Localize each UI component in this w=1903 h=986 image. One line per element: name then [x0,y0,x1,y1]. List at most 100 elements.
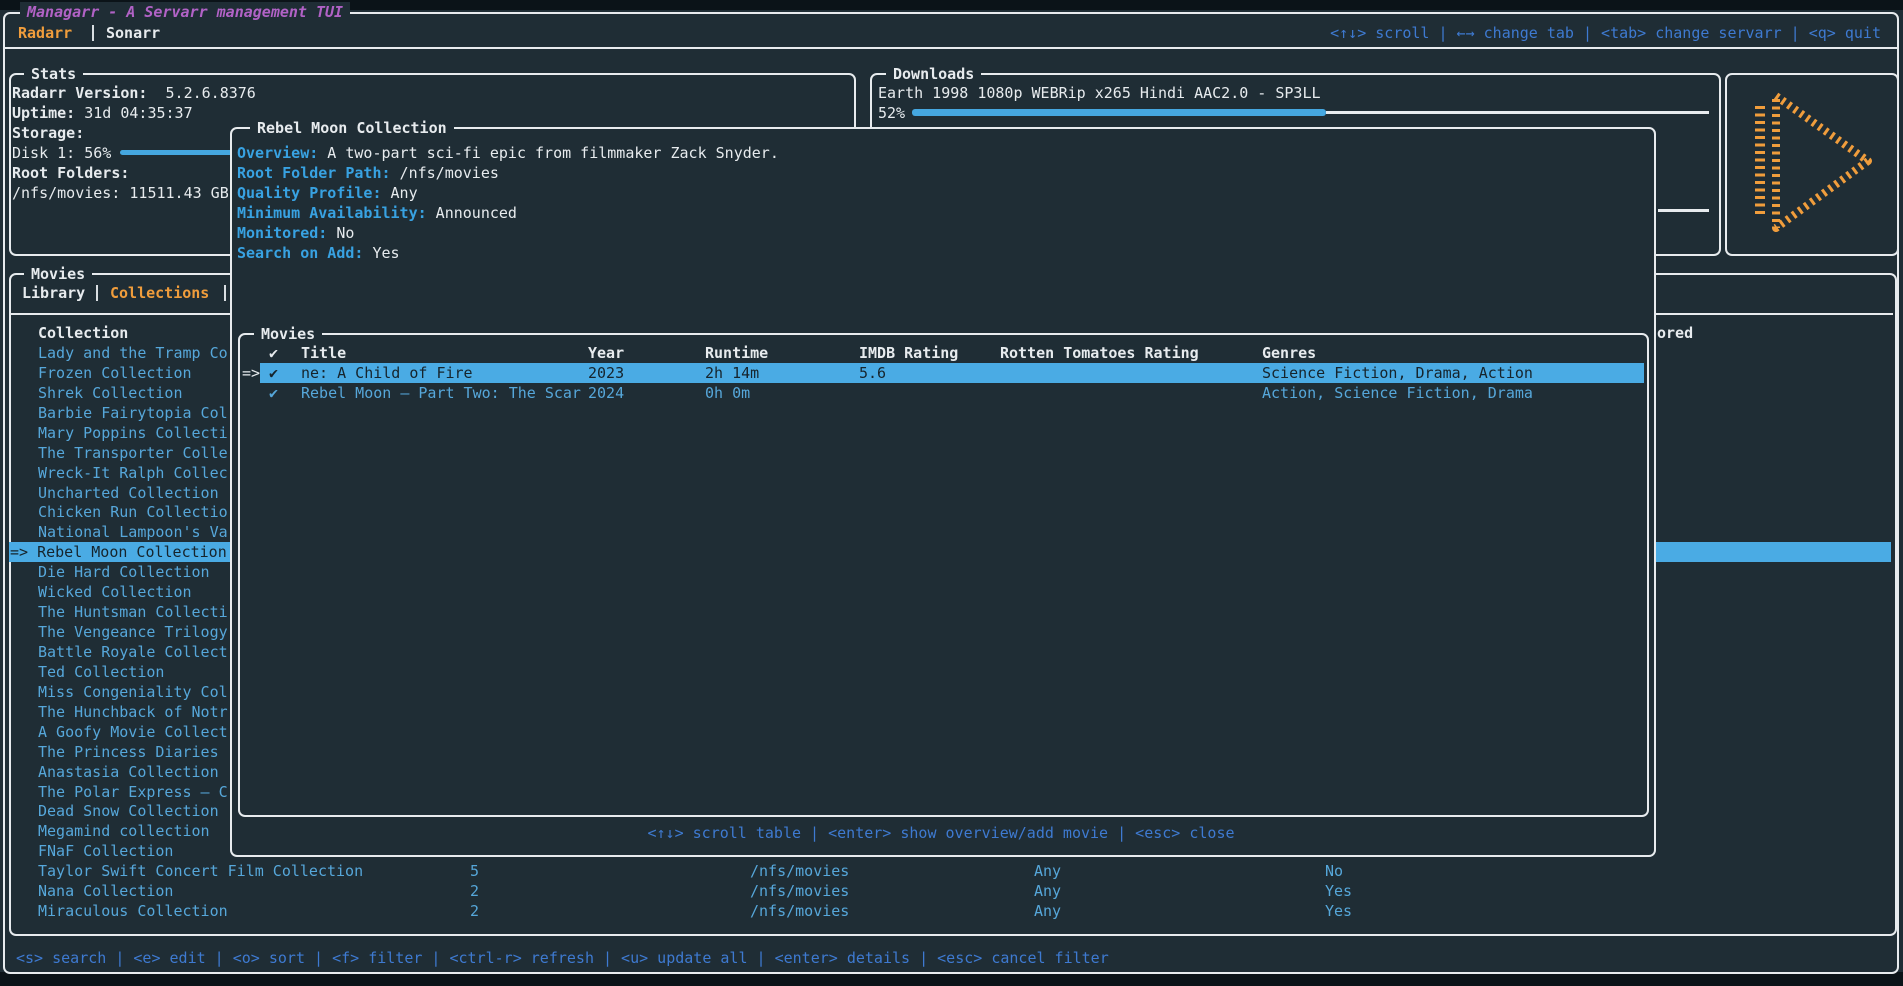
collection-cell-root_folder: /nfs/movies [750,861,849,881]
tab-divider [92,25,94,41]
collection-cell-monitored: Yes [1325,881,1352,901]
collection-list-item[interactable]: The Princess Diaries [38,742,219,762]
collection-list-item[interactable]: Die Hard Collection [38,562,210,582]
collection-list-item[interactable]: Dead Snow Collection [38,801,219,821]
managarr-app: Managarr - A Servarr management TUI Rada… [0,0,1903,986]
stats-uptime-line: Uptime: 31d 04:35:37 [12,103,193,123]
collection-list-item[interactable]: The Vengeance Trilogy [38,622,228,642]
modal-field: Monitored: No [237,223,354,243]
modal-field: Minimum Availability: Announced [237,203,517,223]
stats-uptime-value: 31d 04:35:37 [75,104,192,122]
downloads-title: Downloads [886,64,981,84]
collection-list-item[interactable]: Battle Royale Collect [38,642,228,662]
collection-cell-quality_profile: Any [1034,901,1061,921]
modal-movies-table-box: Movies [238,333,1649,817]
modal-field-label: Root Folder Path: [237,164,391,182]
modal-column-header: Runtime [705,343,768,363]
collection-list-item[interactable]: Ted Collection [38,662,164,682]
modal-movie-cell-title: ne: A Child of Fire [301,363,473,383]
collection-list-item[interactable]: Wreck-It Ralph Collec [38,463,228,483]
stats-root-folders-label: Root Folders: [12,163,129,183]
collection-list-item[interactable]: Chicken Run Collectio [38,502,228,522]
modal-title: Rebel Moon Collection [250,118,454,138]
modal-movie-cell-runtime[interactable]: 0h 0m [705,383,750,403]
collection-list-item[interactable]: Nana Collection [38,881,173,901]
download2-progress-trail [1658,209,1709,212]
modal-movie-cell-year[interactable]: 2024 [588,383,624,403]
collection-cell-monitored: No [1325,861,1343,881]
collection-cell-root_folder: /nfs/movies [750,881,849,901]
collection-list-item[interactable]: A Goofy Movie Collect [38,722,228,742]
collection-list-item[interactable]: Mary Poppins Collecti [38,423,228,443]
modal-column-header: Genres [1262,343,1316,363]
modal-column-header: Rotten Tomatoes Rating [1000,343,1199,363]
managarr-play-logo-icon [1746,86,1878,238]
collection-list-item[interactable]: Uncharted Collection [38,483,219,503]
selected-row-highlight-sliver [1656,542,1891,562]
collection-list-item[interactable]: National Lampoon's Va [38,522,228,542]
collection-list-item[interactable]: Wicked Collection [38,582,192,602]
modal-movie-cell-runtime: 2h 14m [705,363,759,383]
collection-list-item[interactable]: Taylor Swift Concert Film Collection [38,861,363,881]
collection-list-item[interactable]: Frozen Collection [38,363,192,383]
collection-cell-monitored: Yes [1325,901,1352,921]
collection-list-item[interactable]: The Hunchback of Notr [38,702,228,722]
download-percent: 52% [878,103,905,123]
collection-list-item[interactable]: Anastasia Collection [38,762,219,782]
collection-list-item[interactable]: FNaF Collection [38,841,173,861]
collection-cell-quality_profile: Any [1034,861,1061,881]
modal-column-header: Title [301,343,346,363]
tab-collections[interactable]: Collections [110,283,209,303]
modal-movie-cell-genres[interactable]: Action, Science Fiction, Drama [1262,383,1533,403]
modal-movie-cell-check: ✔ [269,363,278,383]
collection-cell-root_folder: /nfs/movies [750,901,849,921]
collection-cell-movie_count: 2 [470,901,479,921]
collection-list-item[interactable]: Miss Congeniality Col [38,682,228,702]
collection-column-header: Collection [38,323,128,343]
top-keybinds: <↑↓> scroll | ←→ change tab | <tab> chan… [1330,23,1881,43]
collection-list-item-selected[interactable]: => Rebel Moon Collection [9,542,231,562]
collection-list-item[interactable]: Shrek Collection [38,383,183,403]
collection-cell-movie_count: 2 [470,881,479,901]
monitored-column-header-cut: ored [1657,323,1693,343]
tab-sonarr[interactable]: Sonarr [106,23,160,43]
modal-field: Root Folder Path: /nfs/movies [237,163,499,183]
terminal-bottom-strip [0,972,1903,986]
collection-list-item[interactable]: The Transporter Colle [38,443,228,463]
modal-field: Overview: A two-part sci-fi epic from fi… [237,143,779,163]
collections-tab-divider [224,285,226,301]
modal-field-label: Quality Profile: [237,184,382,202]
collection-list-item[interactable]: The Polar Express – C [38,782,228,802]
stats-version-value: 5.2.6.8376 [147,84,255,102]
footer-keybinds: <s> search | <e> edit | <o> sort | <f> f… [16,948,1109,968]
collection-list-item[interactable]: Lady and the Tramp Co [38,343,228,363]
collection-list-item[interactable]: The Huntsman Collecti [38,602,228,622]
modal-movie-cell-year: 2023 [588,363,624,383]
stats-disk-line: Disk 1: 56% [12,143,111,163]
collection-cell-quality_profile: Any [1034,881,1061,901]
collection-list-item[interactable]: Megamind collection [38,821,210,841]
tabs-separator-line [3,47,1899,49]
modal-keybinds: <↑↓> scroll table | <enter> show overvie… [230,823,1652,843]
modal-field: Search on Add: Yes [237,243,400,263]
modal-movie-cell-check[interactable]: ✔ [269,383,278,403]
modal-column-header: ✔ [269,343,278,363]
tab-radarr[interactable]: Radarr [18,23,72,43]
modal-field-label: Search on Add: [237,244,363,262]
stats-root-folder-line: /nfs/movies: 11511.43 GB [12,183,229,203]
collection-list-item[interactable]: Miraculous Collection [38,901,228,921]
download-item-name: Earth 1998 1080p WEBRip x265 Hindi AAC2.… [878,83,1321,103]
tab-library[interactable]: Library [22,283,85,303]
collection-list-item[interactable]: Barbie Fairytopia Col [38,403,228,423]
app-title: Managarr - A Servarr management TUI [20,2,350,22]
modal-field-label: Overview: [237,144,318,162]
stats-version-line: Radarr Version: 5.2.6.8376 [12,83,256,103]
modal-selected-row-prefix: => [242,363,260,383]
movies-panel-title: Movies [24,264,92,284]
modal-movie-cell-title[interactable]: Rebel Moon – Part Two: The Scar [301,383,581,403]
modal-movies-title: Movies [254,324,322,344]
modal-field: Quality Profile: Any [237,183,418,203]
stats-version-label: Radarr Version: [12,84,147,102]
download-progress-trail [1326,111,1709,114]
modal-field-label: Minimum Availability: [237,204,427,222]
